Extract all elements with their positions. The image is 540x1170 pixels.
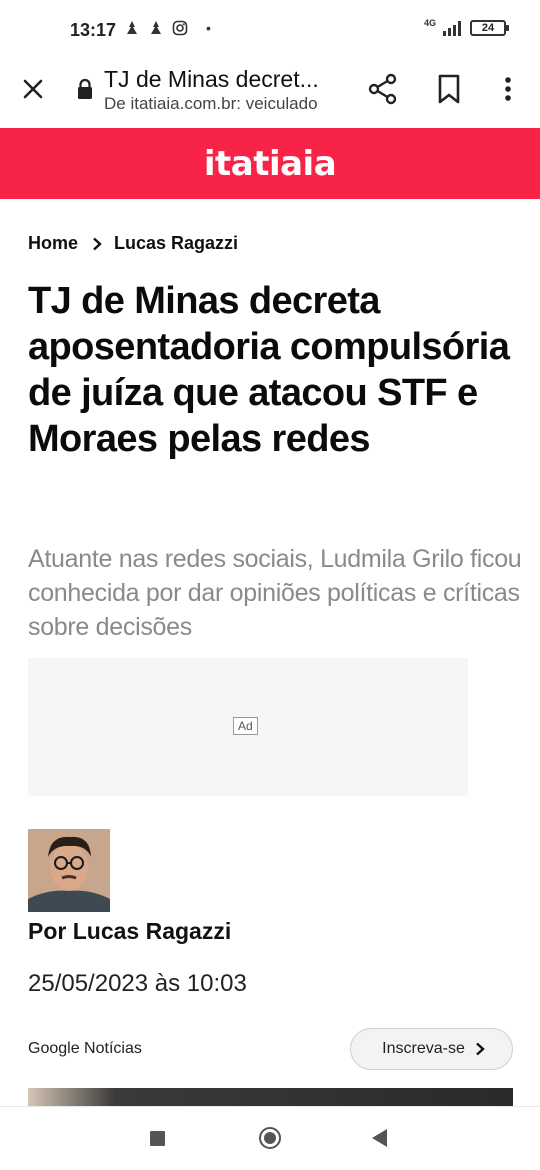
article-headline: TJ de Minas decreta aposentadoria compul… — [28, 280, 510, 460]
article-image[interactable] — [28, 1088, 513, 1106]
dot-icon: • — [206, 20, 211, 36]
network-type: 4G — [423, 18, 436, 28]
status-time: 13:17 — [70, 20, 117, 40]
home-button[interactable] — [259, 1127, 281, 1149]
article-subheadline: Atuante nas redes sociais, Ludmila Grilo… — [28, 545, 522, 641]
subscribe-button[interactable]: Inscreva-se — [350, 1028, 513, 1070]
subscribe-label: Inscreva-se — [382, 1040, 465, 1057]
site-header: itatiaia — [0, 128, 540, 199]
chevron-right-icon — [476, 1042, 485, 1056]
recents-button[interactable] — [150, 1131, 165, 1146]
lock-icon — [78, 78, 92, 99]
ad-label: Ad — [233, 717, 258, 735]
google-news-label: Google Notícias — [28, 1040, 142, 1057]
breadcrumb: Home Lucas Ragazzi — [28, 233, 238, 254]
status-right: 4G 24 — [423, 18, 509, 36]
share-icon[interactable] — [366, 72, 400, 106]
battery-icon: 24 — [470, 20, 509, 36]
breadcrumb-home[interactable]: Home — [28, 233, 78, 254]
status-bar: 13:17 • 4G 24 — [0, 0, 540, 56]
author-avatar[interactable] — [28, 829, 110, 912]
browser-toolbar: TJ de Minas decret... De itatiaia.com.br… — [0, 56, 540, 128]
close-icon[interactable] — [18, 74, 48, 104]
more-vert-icon[interactable] — [496, 72, 520, 106]
notification-icon — [127, 21, 137, 34]
ad-placeholder[interactable]: Ad — [28, 658, 468, 796]
back-button[interactable] — [372, 1129, 387, 1147]
site-logo[interactable]: itatiaia — [204, 144, 337, 184]
notification-icon — [151, 21, 161, 34]
publish-date: 25/05/2023 às 10:03 — [28, 970, 247, 997]
page-title[interactable]: TJ de Minas decret... — [104, 66, 344, 93]
chevron-right-icon — [93, 237, 102, 250]
author-name[interactable]: Por Lucas Ragazzi — [28, 918, 231, 945]
page-url[interactable]: De itatiaia.com.br: veiculado — [104, 94, 344, 114]
signal-icon — [443, 21, 461, 36]
notification-icons: • — [124, 20, 211, 36]
breadcrumb-current[interactable]: Lucas Ragazzi — [114, 233, 238, 254]
author-photo-icon — [28, 829, 110, 912]
instagram-icon — [172, 20, 188, 36]
system-nav-bar — [0, 1106, 540, 1170]
bookmark-icon[interactable] — [434, 72, 464, 106]
